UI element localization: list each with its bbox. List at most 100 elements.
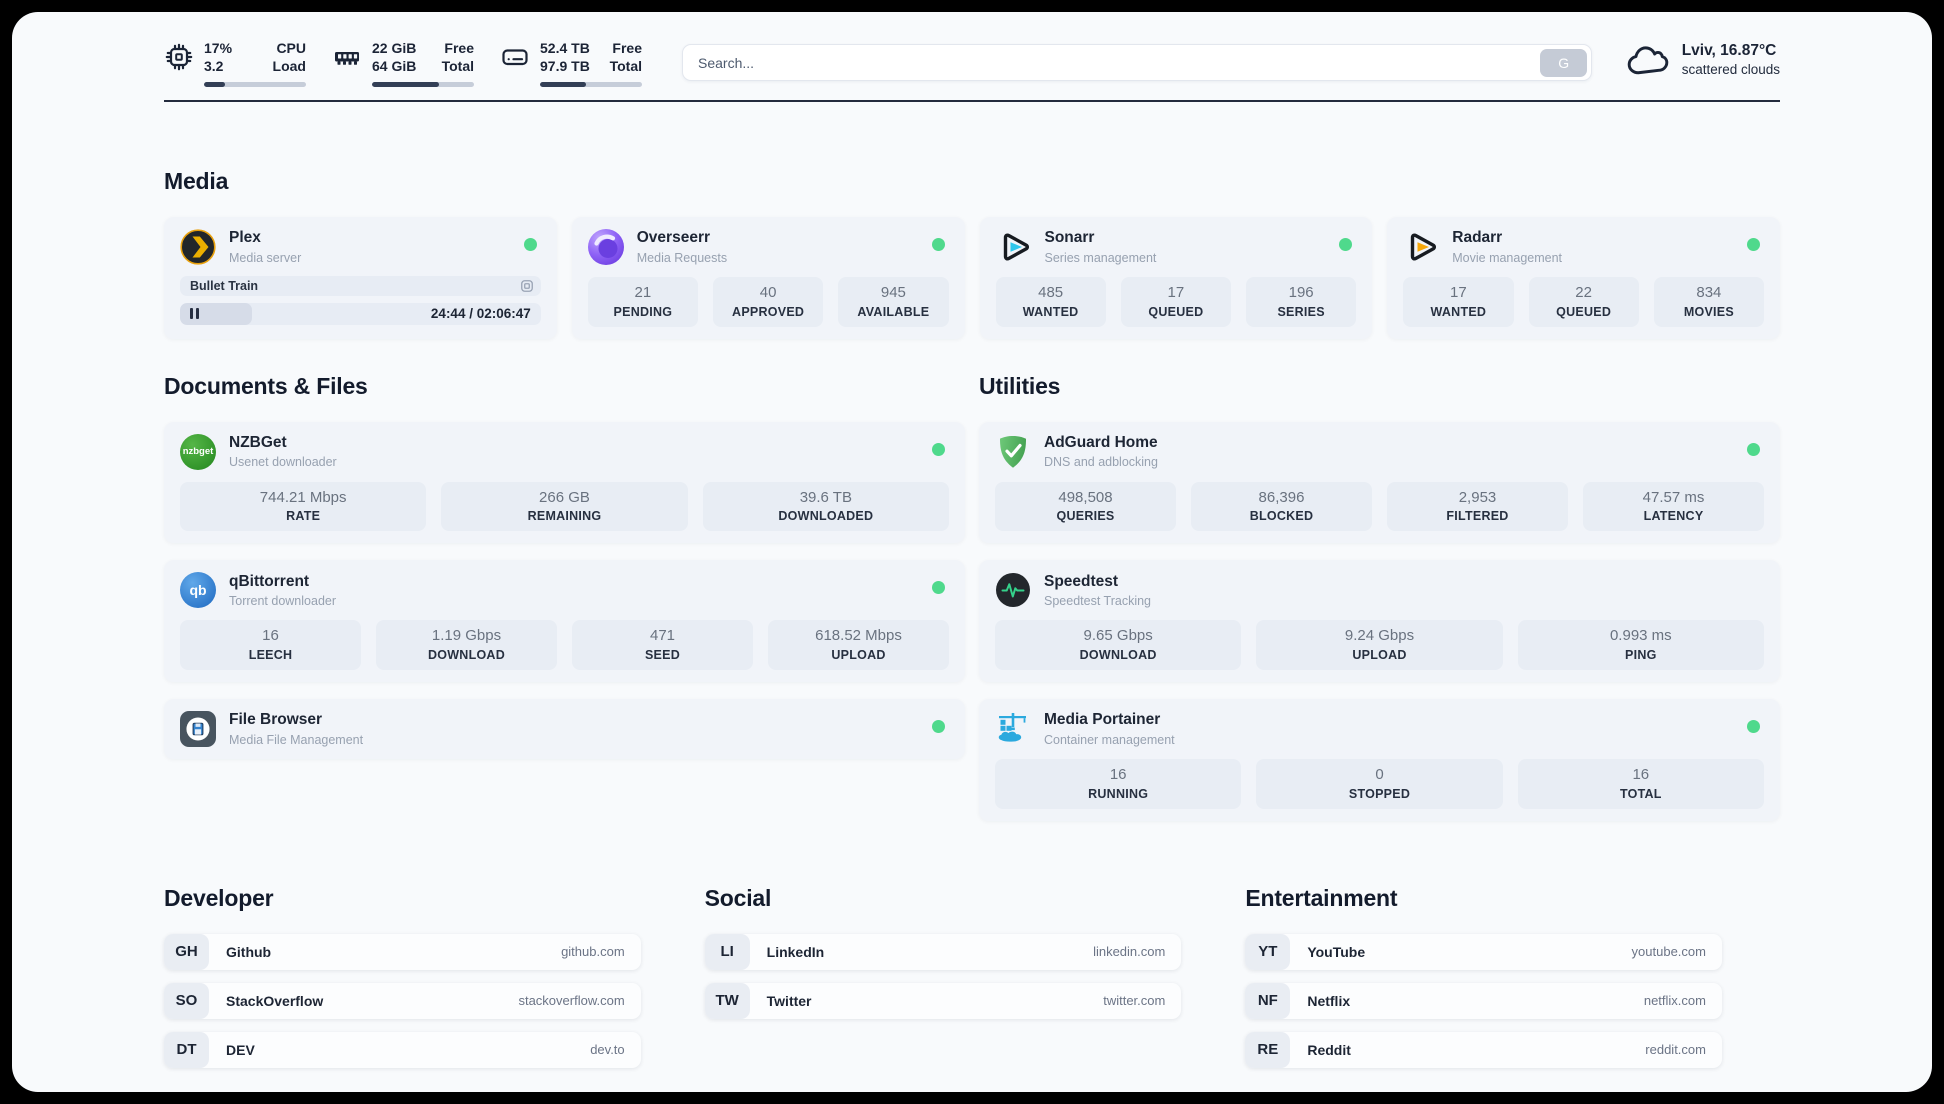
search-input[interactable]: [682, 44, 1592, 81]
app-card-overseerr[interactable]: Overseerr Media Requests 21 PENDING 40 A…: [571, 216, 965, 339]
app-title: Speedtest: [1044, 572, 1119, 590]
stat-label: APPROVED: [732, 304, 805, 319]
search-engine-button[interactable]: G: [1540, 48, 1588, 77]
stat-tile-upload: 618.52 Mbps UPLOAD: [768, 620, 949, 671]
status-indicator: [1339, 237, 1353, 251]
stat-value: 16: [262, 627, 279, 645]
disk-total-value: 97.9 TB: [540, 57, 590, 74]
app-title: Media Portainer: [1044, 711, 1161, 729]
stat-tile-filtered: 2,953 FILTERED: [1387, 481, 1568, 532]
bookmark-reddit[interactable]: RE Reddit reddit.com: [1245, 1031, 1722, 1068]
app-subtitle: Movie management: [1452, 250, 1563, 265]
stat-value: 9.65 Gbps: [1083, 627, 1153, 645]
playback-progress-bar: 24:44 / 02:06:47: [180, 302, 541, 325]
stat-tile-queued: 22 QUEUED: [1528, 276, 1639, 327]
bookmark-github[interactable]: GH Github github.com: [164, 933, 641, 970]
app-subtitle: Speedtest Tracking: [1044, 594, 1152, 609]
github-badge-icon: GH: [164, 933, 209, 970]
playback-time: 24:44 / 02:06:47: [430, 306, 531, 322]
expand-icon[interactable]: [520, 279, 534, 293]
app-card-radarr[interactable]: Radarr Movie management 17 WANTED 22 QUE…: [1387, 216, 1780, 339]
status-indicator: [931, 237, 945, 251]
stat-label: SERIES: [1277, 304, 1325, 319]
reddit-badge-icon: RE: [1245, 1031, 1291, 1068]
status-indicator: [932, 442, 945, 456]
cpu-label: CPU: [276, 40, 306, 56]
app-card-adguard[interactable]: AdGuard Home DNS and adblocking 498,508 …: [979, 421, 1780, 544]
bookmark-dev[interactable]: DT DEV dev.to: [164, 1031, 641, 1068]
section-media: Media Plex Media server Bullet Train 24:…: [164, 168, 1780, 339]
app-card-qbittorrent[interactable]: qb qBittorrent Torrent downloader 16 LEE…: [164, 560, 965, 683]
app-card-portainer[interactable]: Media Portainer Container management 16 …: [979, 699, 1780, 821]
cpu-usage-fill: [204, 81, 226, 87]
memory-monitor: 22 GiB Free 64 GiB Total: [332, 40, 474, 87]
bookmark-linkedin[interactable]: LI LinkedIn linkedin.com: [704, 933, 1182, 970]
weather-condition: scattered clouds: [1681, 62, 1780, 77]
cpu-monitor: 17% CPU 3.2 Load: [164, 40, 306, 87]
bookmark-youtube[interactable]: YT YouTube youtube.com: [1245, 933, 1722, 970]
app-card-speedtest[interactable]: Speedtest Speedtest Tracking 9.65 Gbps D…: [979, 560, 1780, 683]
bookmark-url: twitter.com: [1103, 993, 1166, 1009]
stat-label: WANTED: [1430, 304, 1487, 319]
stat-value: 196: [1288, 283, 1314, 301]
stat-value: 0.993 ms: [1609, 627, 1672, 645]
bookmark-netflix[interactable]: NF Netflix netflix.com: [1245, 982, 1722, 1019]
stat-value: 945: [880, 283, 906, 301]
app-card-plex[interactable]: Plex Media server Bullet Train 24:44 / 0…: [164, 216, 557, 339]
section-title-utilities: Utilities: [979, 372, 1061, 399]
stat-value: 47.57 ms: [1642, 488, 1705, 506]
stat-tile-queries: 498,508 QUERIES: [995, 481, 1176, 532]
disk-usage-fill: [540, 81, 586, 87]
cpu-load-label: Load: [272, 57, 306, 74]
bookmark-url: youtube.com: [1631, 944, 1706, 960]
stat-label: DOWNLOADED: [778, 509, 874, 524]
stat-value: 2,953: [1458, 488, 1497, 506]
stat-value: 498,508: [1058, 488, 1113, 506]
status-indicator: [523, 237, 537, 251]
stat-value: 16: [1109, 766, 1127, 784]
stat-tile-download: 1.19 Gbps DOWNLOAD: [376, 620, 557, 671]
status-indicator: [932, 720, 945, 734]
disk-free-value: 52.4 TB: [540, 40, 590, 56]
weather-location: Lviv, 16.87°C: [1681, 42, 1777, 59]
app-title: Overseerr: [636, 229, 711, 247]
section-entertainment: Entertainment YT YouTube youtube.com NF …: [1245, 885, 1722, 1068]
disk-usage-bar: [540, 81, 642, 87]
app-title: Sonarr: [1044, 229, 1095, 247]
pause-icon[interactable]: [190, 308, 199, 320]
stat-label: UPLOAD: [1352, 648, 1407, 663]
bookmark-url: stackoverflow.com: [518, 993, 625, 1009]
weather-widget: Lviv, 16.87°C scattered clouds: [1626, 42, 1780, 77]
app-title: Plex: [229, 229, 261, 247]
stat-tile-total: 16 TOTAL: [1517, 759, 1764, 809]
bookmark-url: netflix.com: [1643, 993, 1706, 1009]
status-indicator: [1747, 442, 1760, 456]
cpu-load-value: 3.2: [204, 57, 224, 74]
qbittorrent-icon: qb: [180, 572, 216, 609]
filebrowser-icon: [180, 711, 216, 748]
section-title-social: Social: [704, 884, 772, 911]
linkedin-badge-icon: LI: [704, 933, 750, 970]
header-divider: [164, 99, 1780, 102]
stat-label: RATE: [286, 509, 321, 524]
memory-free-label: Free: [444, 40, 474, 56]
app-card-nzbget[interactable]: nzbget NZBGet Usenet downloader 744.21 M…: [164, 421, 965, 544]
bookmark-twitter[interactable]: TW Twitter twitter.com: [704, 982, 1182, 1019]
bookmark-url: github.com: [561, 944, 625, 960]
app-subtitle: Media Requests: [636, 250, 728, 265]
stat-label: BLOCKED: [1249, 509, 1314, 524]
cloud-icon: [1626, 43, 1670, 77]
stat-value: 744.21 Mbps: [259, 488, 347, 506]
bookmark-stackoverflow[interactable]: SO StackOverflow stackoverflow.com: [164, 982, 641, 1019]
system-monitors: 17% CPU 3.2 Load 22 GiB Free 64 GiB Tota…: [164, 40, 642, 87]
app-subtitle: Torrent downloader: [229, 594, 337, 609]
app-card-sonarr[interactable]: Sonarr Series management 485 WANTED 17 Q…: [979, 216, 1373, 339]
app-card-filebrowser[interactable]: File Browser Media File Management: [164, 699, 965, 760]
twitter-badge-icon: TW: [704, 982, 750, 1019]
nzbget-icon-text: nzbget: [182, 446, 214, 458]
stat-tile-available: 945 AVAILABLE: [838, 276, 949, 327]
bookmark-name: YouTube: [1307, 943, 1366, 960]
search-bar: G: [682, 44, 1592, 81]
stat-value: 17: [1450, 283, 1467, 301]
stat-label: SEED: [644, 648, 681, 663]
